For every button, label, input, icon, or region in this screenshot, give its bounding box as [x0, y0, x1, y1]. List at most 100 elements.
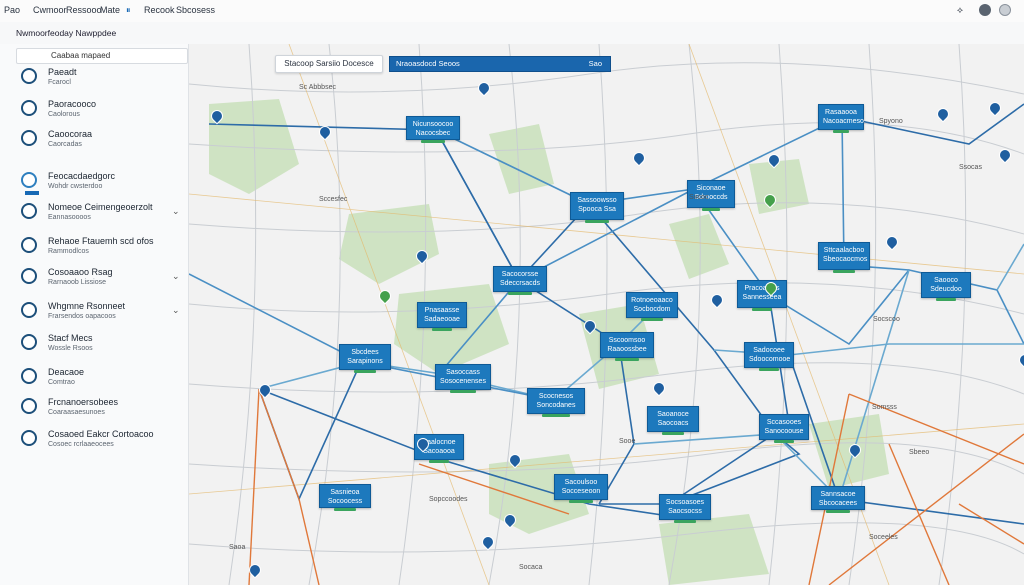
sidebar-item[interactable]: Cosoaaoo Rsag Rarnaoob Lissiose ⌄ — [0, 262, 188, 294]
sub-header: Nwmoorfeoday Nawppdee — [0, 22, 1024, 45]
node-icon — [21, 368, 37, 384]
network-node[interactable]: Sasoccass Sosocenenses — [435, 364, 491, 393]
avatar-icon[interactable] — [999, 4, 1011, 16]
network-node[interactable]: Sacocorsse Sdeccrsacds — [493, 266, 547, 295]
node-sublabel: Socceseoon — [561, 488, 601, 495]
map-base-layer — [189, 44, 1024, 585]
top-bar: Pao Cwmoor Ressooo Mate ⏸ Recook Sbcoses… — [0, 0, 1024, 23]
sidebar-item-title: Cosoaaoo Rsag — [48, 267, 113, 277]
pin-icon — [21, 334, 37, 350]
network-node[interactable]: Sbcdees Sarapinons — [339, 344, 391, 373]
node-label: Nicunsoocoo — [412, 121, 454, 128]
node-status-bar — [450, 390, 476, 393]
chevron-down-icon[interactable]: ⌄ — [172, 271, 180, 282]
network-node[interactable]: Sassoowsso Spooca Ssa — [570, 192, 624, 223]
node-label: Sttcaalacboo — [823, 247, 865, 254]
globe-icon[interactable] — [979, 4, 991, 16]
network-node[interactable]: Scocnesos Soncodanes — [527, 388, 585, 417]
place-label: Sopccoodes — [429, 496, 468, 503]
sidebar-item[interactable]: Whgmne Rsonneet Frarsendos oapacoos ⌄ — [0, 296, 188, 328]
network-node[interactable]: Sadocoee Sdoocomooe — [744, 342, 794, 371]
node-status-bar — [569, 500, 593, 503]
info-bar-label: Nraoasdocd Seoos — [396, 59, 460, 68]
node-sublabel: Nacoacmeso — [823, 118, 864, 125]
sidebar-item-subtitle: Fcarocl — [48, 79, 71, 86]
menu-item-2[interactable]: Cwmoor — [33, 5, 67, 15]
sidebar-item-title: Caoocoraa — [48, 129, 93, 139]
place-label: Sccesfec — [319, 196, 348, 203]
network-node[interactable]: Sscoomsoo Raaoossbee — [600, 332, 654, 361]
sidebar-item[interactable]: Feocacdaedgorc Wohdr cwsterdoo — [0, 166, 188, 198]
sidebar: Caabaa mapaed Paeadt Fcarocl Paoracooco Cao… — [0, 44, 189, 585]
node-label: Saoanoce — [657, 411, 689, 418]
network-icon — [21, 237, 37, 253]
sidebar-item-title: Nomeoe Ceimengeoerzolt — [48, 202, 153, 212]
chevron-down-icon[interactable]: ⌄ — [172, 305, 180, 316]
node-sublabel: Sdoocomooe — [749, 356, 791, 363]
map-search-box[interactable]: Stacoop Sarsiio Docesce — [275, 55, 383, 73]
sidebar-item-title: Deacaoe — [48, 367, 85, 377]
node-status-bar — [752, 308, 772, 311]
node-status-bar — [641, 318, 663, 321]
map-canvas[interactable]: Stacoop Sarsiio Docesce Nraoasdocd Seoos… — [189, 44, 1024, 585]
node-label: Sasnieoa — [330, 489, 360, 496]
sidebar-item[interactable]: Cosaoed Eakcr Cortoacoo Cosoec rcrlaaeoce… — [0, 424, 188, 456]
node-status-bar — [354, 370, 376, 373]
node-status-bar — [833, 130, 849, 133]
node-label: Rasaaooa — [825, 109, 857, 116]
node-sublabel: Saocsocss — [668, 508, 702, 515]
node-sublabel: Socbocdom — [633, 306, 671, 313]
sidebar-item[interactable]: Rehaoe Ftauemh scd ofos Rammodlcos — [0, 231, 188, 263]
network-node[interactable]: Nicunsoocoo Nacocsbec — [406, 116, 460, 143]
sidebar-item[interactable]: Stacf Mecs Wossle Rsoos — [0, 328, 188, 360]
sidebar-item[interactable]: Caoocoraa Caorcadas — [0, 124, 188, 156]
network-node[interactable]: Socsoasoes Saocsocss — [659, 494, 711, 523]
node-status-bar — [702, 208, 720, 211]
sidebar-item[interactable]: Frcnanoersobees Coaraasaesunoes — [0, 392, 188, 424]
network-node[interactable]: Saooco Sdeucdoo — [921, 272, 971, 301]
network-node[interactable]: Saoanoce Saocoacs — [647, 406, 699, 435]
menu-item-1[interactable]: Pao — [4, 5, 20, 15]
node-label: Socsoasoes — [665, 499, 705, 506]
node-sublabel: Sosocenenses — [440, 378, 486, 385]
place-label: Spyono — [879, 118, 903, 125]
place-label: Sococ — [689, 194, 709, 201]
network-node[interactable]: Sacoulsoo Socceseoon — [554, 474, 608, 503]
network-node[interactable]: Sannsacoe Sbcocacees — [811, 486, 865, 513]
sidebar-item[interactable]: Paeadt Fcarocl — [0, 62, 188, 94]
sidebar-item[interactable]: Nomeoe Ceimengeoerzolt Eannasoooos ⌄ — [0, 197, 188, 229]
network-node[interactable]: Sasnieoa Socoocess — [319, 484, 371, 511]
node-label: Sannsacoe — [820, 491, 856, 498]
sidebar-item-subtitle: Wohdr cwsterdoo — [48, 183, 103, 190]
sidebar-item-subtitle: Caorcadas — [48, 141, 82, 148]
place-label: Socaca — [519, 564, 543, 571]
menu-item-5[interactable]: Recook — [144, 5, 175, 15]
node-status-bar — [615, 358, 639, 361]
sidebar-item-title: Feocacdaedgorc — [48, 171, 116, 181]
sidebar-item[interactable]: Paoracooco Caolorous — [0, 94, 188, 126]
node-icon — [21, 398, 37, 414]
node-label: Sccasooes — [766, 419, 802, 426]
network-node[interactable]: Sccasooes Sanocoouse — [759, 414, 809, 443]
menu-item-3[interactable]: Ressooo — [66, 5, 102, 15]
view-icon[interactable]: ⏸ — [126, 5, 131, 16]
info-bar[interactable]: Nraoasdocd Seoos Sao — [389, 56, 611, 72]
network-node[interactable]: Rasaaooa Nacoacmeso — [818, 104, 864, 133]
network-node[interactable]: Pracoaloos Sannesseea — [737, 280, 787, 311]
chevron-down-icon[interactable]: ⌄ — [172, 206, 180, 217]
menu-item-4[interactable]: Mate — [100, 5, 120, 15]
settings-icon[interactable]: ⟡ — [957, 5, 963, 16]
node-status-bar — [542, 414, 570, 417]
menu-item-6[interactable]: Sbcosess — [176, 5, 215, 15]
node-label: Sacocorsse — [501, 271, 539, 278]
sidebar-item-title: Cosaoed Eakcr Cortoacoo — [48, 429, 154, 439]
network-node[interactable]: Sttcaalacboo Sbeocaocmos — [818, 242, 870, 273]
sidebar-item[interactable]: Deacaoe Comtrao — [0, 362, 188, 394]
sidebar-item-title: Whgmne Rsonneet — [48, 301, 126, 311]
node-status-bar — [508, 292, 532, 295]
network-node[interactable]: Rotnoeoaaco Socbocdom — [626, 292, 678, 321]
node-status-bar — [759, 368, 779, 371]
node-icon — [21, 268, 37, 284]
node-label: Sadocoee — [753, 347, 785, 354]
network-node[interactable]: Pnasaasse Sadaeooae — [417, 302, 467, 331]
